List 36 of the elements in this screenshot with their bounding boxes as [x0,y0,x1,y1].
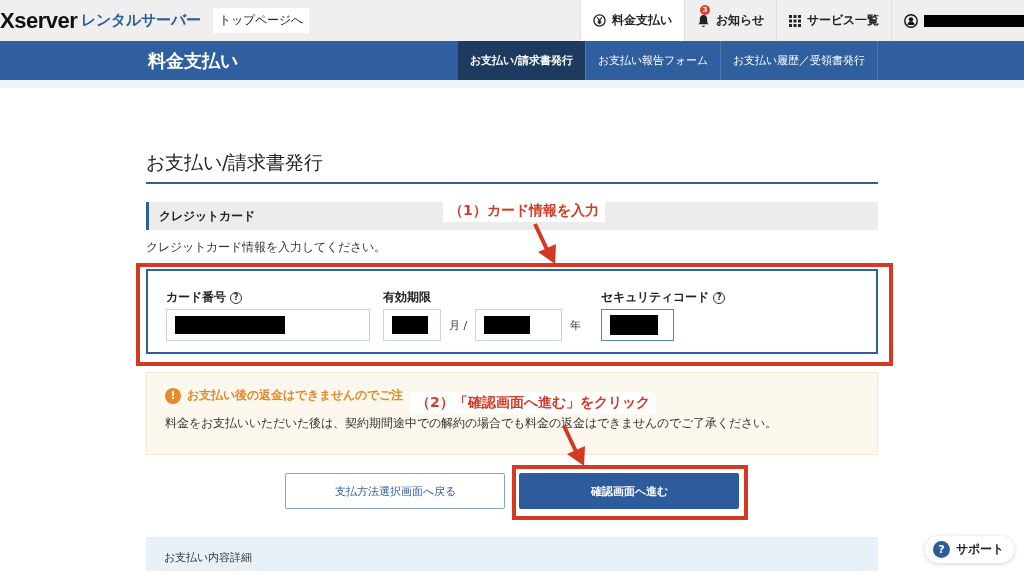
year-field[interactable] [475,309,563,341]
month-unit: 月 / [449,317,468,333]
annotation-label: （1）カード情報を入力 [443,200,605,222]
warning-icon: ! [165,387,181,404]
arrow [533,223,556,264]
annotation-label: （2）「確認画面へ進む」をクリック [410,392,656,414]
field-label: セキュリティコード [601,289,710,306]
user-icon [904,13,918,28]
header-nav-item[interactable] [891,0,1024,41]
field-label: 有効期限 [383,289,431,306]
redaction-block [610,315,659,335]
notice-title: お支払い後の返金はできませんのでご注 [187,387,403,404]
logo-subtitle[interactable]: レンタルサーバー [81,11,202,30]
card-number-field[interactable] [166,309,370,341]
tab[interactable]: お支払い/請求書発行 [457,41,586,80]
details-title: お支払い内容詳細 [164,551,252,564]
logo-text[interactable]: Xserver [0,7,78,34]
yen-icon [593,14,606,27]
security-code-field[interactable] [601,309,675,341]
instruction-text: クレジットカード情報を入力してください。 [146,239,387,256]
support-button[interactable]: ? サポート [925,536,1014,563]
top-page-link[interactable]: トップページへ [213,8,310,33]
back-button[interactable]: 支払方法選択画面へ戻る [285,473,505,509]
page-title: お支払い/請求書発行 [146,150,878,184]
field-label: カード番号 [166,289,226,306]
help-icon: ? [933,541,950,558]
month-field[interactable] [383,309,441,341]
section-title: 料金支払い [148,48,238,73]
grid-icon [789,14,801,27]
notice-text: 料金をお支払いいただいた後は、契約期間途中での解約の場合でも料金の返金はできませんのでご了承ください。 [165,415,778,432]
redaction-block [392,316,428,334]
year-unit: 年 [570,317,582,333]
bell-icon [697,13,710,28]
header-nav-item[interactable]: 料金支払い [580,0,684,41]
next-button[interactable]: 確認画面へ進む [519,473,739,509]
redaction-block [484,316,531,334]
